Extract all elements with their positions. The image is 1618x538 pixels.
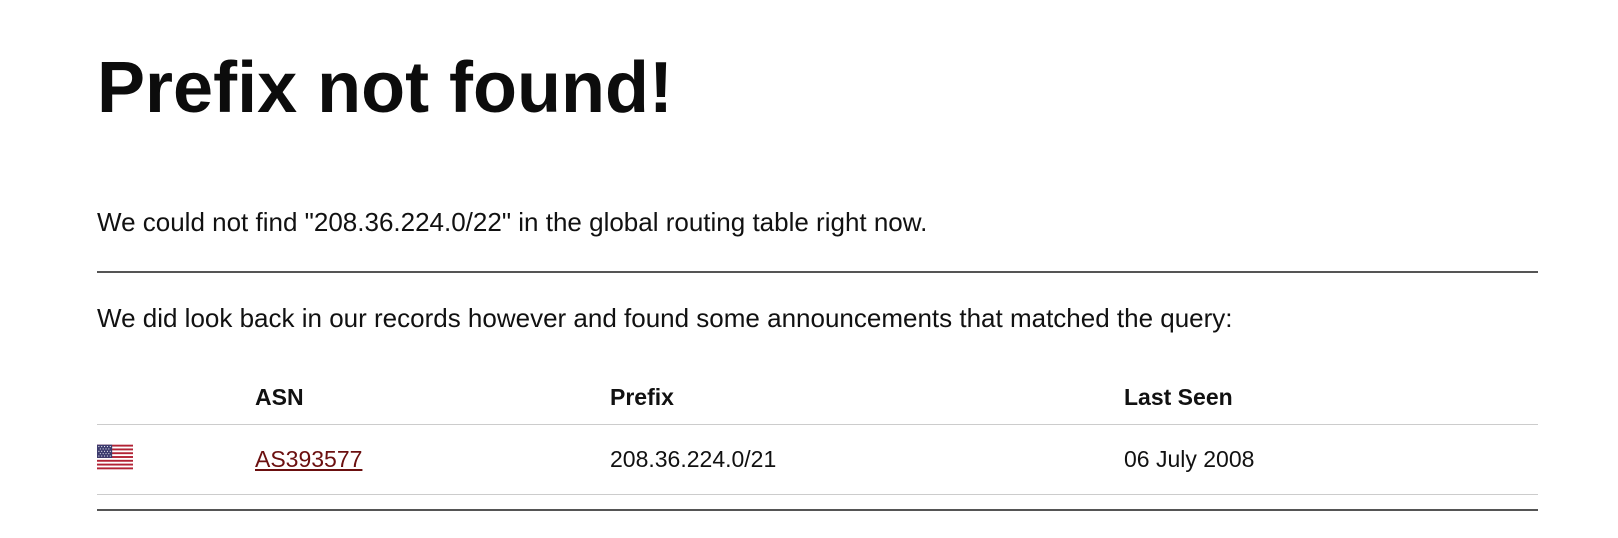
column-header-flag (97, 370, 255, 425)
us-flag-icon (97, 444, 133, 469)
column-header-last-seen[interactable]: Last Seen (1124, 370, 1538, 425)
history-message: We did look back in our records however … (97, 303, 1233, 333)
last-seen-cell: 06 July 2008 (1124, 424, 1538, 495)
asn-link[interactable]: AS393577 (255, 446, 362, 472)
column-header-prefix[interactable]: Prefix (610, 370, 1124, 425)
announcements-table: ASN Prefix Last Seen AS393577 208.36.224… (97, 370, 1538, 495)
flag-cell (97, 424, 255, 495)
asn-cell: AS393577 (255, 424, 610, 495)
page: Prefix not found! We could not find "208… (0, 0, 1618, 538)
column-header-asn[interactable]: ASN (255, 370, 610, 425)
table-header-row: ASN Prefix Last Seen (97, 370, 1538, 425)
not-found-message: We could not find "208.36.224.0/22" in t… (97, 207, 928, 237)
prefix-cell: 208.36.224.0/21 (610, 424, 1124, 495)
divider (97, 509, 1538, 511)
table-row: AS393577 208.36.224.0/21 06 July 2008 (97, 424, 1538, 495)
page-title: Prefix not found! (97, 48, 673, 128)
divider (97, 271, 1538, 273)
